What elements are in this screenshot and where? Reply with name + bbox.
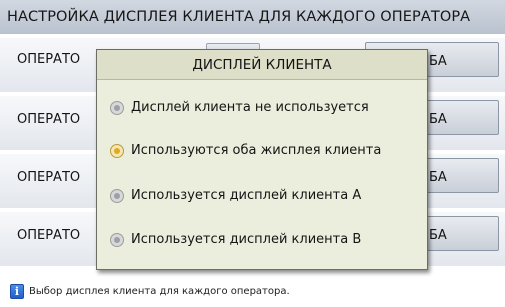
radio-icon[interactable] — [110, 101, 124, 115]
radio-icon[interactable] — [110, 233, 124, 247]
operator-label-3: ОПЕРАТО — [17, 170, 81, 185]
operator-display-value-4: БА — [429, 228, 447, 243]
operator-display-value-3: БА — [429, 170, 447, 185]
page-title: НАСТРОЙКА ДИСПЛЕЯ КЛИЕНТА ДЛЯ КАЖДОГО ОП… — [0, 0, 505, 34]
option-label: Используется дисплей клиента В — [131, 232, 362, 247]
radio-selected-icon[interactable] — [110, 144, 124, 158]
operator-display-value-2: БА — [429, 112, 447, 127]
operator-display-value-1: БА — [429, 54, 447, 69]
customer-display-dialog: ДИСПЛЕЙ КЛИЕНТА Дисплей клиента не испол… — [96, 49, 428, 270]
option-both-displays-used[interactable]: Используются оба жисплея клиента — [105, 136, 425, 166]
option-label: Используется дисплей клиента А — [131, 188, 362, 203]
dialog-title: ДИСПЛЕЙ КЛИЕНТА — [97, 50, 427, 80]
status-hint: Выбор дисплея клиента для каждого операт… — [29, 286, 290, 297]
option-display-a-used[interactable]: Используется дисплей клиента А — [105, 181, 425, 211]
operator-label-2: ОПЕРАТО — [17, 112, 81, 127]
option-label: Дисплей клиента не используется — [131, 100, 369, 115]
option-label: Используются оба жисплея клиента — [131, 143, 382, 158]
operator-label-1: ОПЕРАТО — [17, 52, 81, 67]
option-display-not-used[interactable]: Дисплей клиента не используется — [105, 93, 425, 123]
info-icon: i — [10, 284, 24, 299]
operator-label-4: ОПЕРАТО — [17, 228, 81, 243]
option-display-b-used[interactable]: Используется дисплей клиента В — [105, 225, 425, 255]
radio-icon[interactable] — [110, 189, 124, 203]
